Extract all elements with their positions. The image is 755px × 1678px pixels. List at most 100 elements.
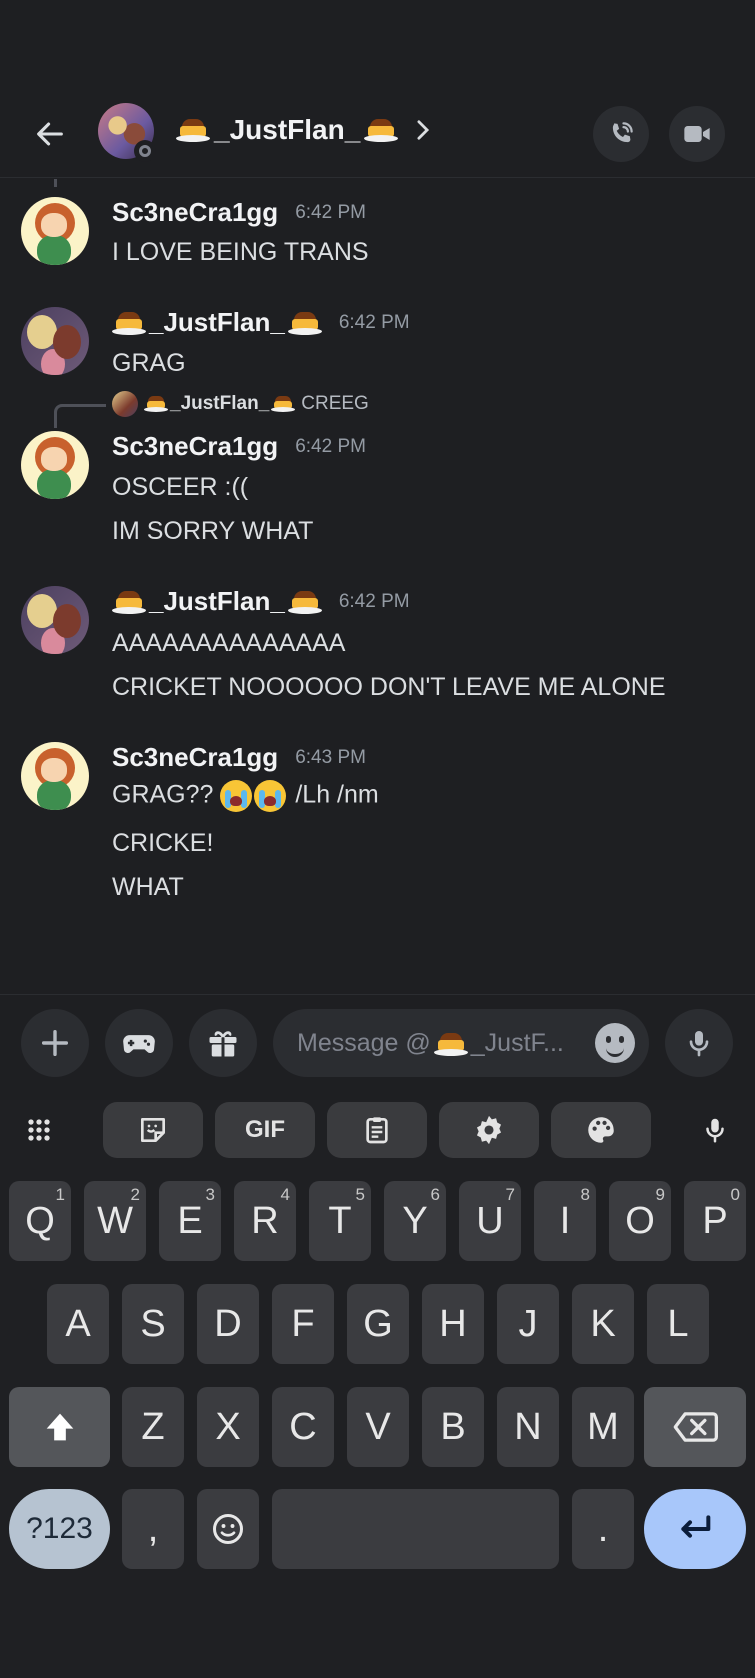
key-h[interactable]: H xyxy=(422,1284,484,1364)
sticker-icon xyxy=(141,1118,165,1142)
flan-emoji-icon xyxy=(287,589,322,615)
period-key[interactable]: . xyxy=(572,1489,634,1569)
clipboard-button[interactable] xyxy=(327,1102,427,1158)
key-l[interactable]: L xyxy=(647,1284,709,1364)
message-text: GRAG xyxy=(112,349,186,377)
page-title[interactable]: _JustFlan_ xyxy=(176,114,432,146)
comma-key[interactable]: , xyxy=(122,1489,184,1569)
status-bar xyxy=(0,0,755,90)
key-hint: 7 xyxy=(505,1185,515,1204)
key-g[interactable]: G xyxy=(347,1284,409,1364)
author-name: _JustFlan_ xyxy=(149,307,285,337)
shift-arrow-icon xyxy=(46,1413,73,1441)
message-text: CRICKE! xyxy=(112,829,214,857)
key-p[interactable]: P0 xyxy=(684,1181,746,1261)
flan-emoji-icon xyxy=(287,310,322,336)
key-hint: 8 xyxy=(580,1185,590,1204)
flan-emoji-icon xyxy=(112,589,146,615)
key-b[interactable]: B xyxy=(422,1387,484,1467)
grid-icon xyxy=(28,1119,50,1141)
key-hint: 2 xyxy=(130,1185,140,1204)
emoji-picker-button[interactable] xyxy=(595,1023,635,1063)
avatar[interactable] xyxy=(21,307,89,375)
message-input[interactable]: Message @ _JustF... xyxy=(273,1009,649,1077)
dm-header: _JustFlan_ xyxy=(0,90,755,178)
key-j[interactable]: J xyxy=(497,1284,559,1364)
message-text: WHAT xyxy=(112,873,184,901)
voice-typing-button[interactable] xyxy=(686,1102,744,1158)
message-timestamp: 6:43 PM xyxy=(295,746,366,768)
reply-author: _JustFlan_ xyxy=(144,393,296,415)
avatar[interactable] xyxy=(21,197,89,265)
space-key[interactable] xyxy=(272,1489,559,1569)
message-timestamp: 6:42 PM xyxy=(338,590,410,612)
key-e[interactable]: E3 xyxy=(159,1181,221,1261)
key-label: W xyxy=(97,1199,133,1242)
theme-button[interactable] xyxy=(551,1102,651,1158)
voice-message-button[interactable] xyxy=(665,1009,733,1077)
message-author[interactable]: Sc3neCra1gg 6:43 PM xyxy=(112,742,366,773)
key-t[interactable]: T5 xyxy=(309,1181,371,1261)
key-n[interactable]: N xyxy=(497,1387,559,1467)
avatar xyxy=(112,391,138,417)
key-q[interactable]: Q1 xyxy=(9,1181,71,1261)
reply-connector xyxy=(54,179,114,187)
shift-key[interactable] xyxy=(9,1387,110,1467)
key-v[interactable]: V xyxy=(347,1387,409,1467)
key-r[interactable]: R4 xyxy=(234,1181,296,1261)
add-attachment-button[interactable] xyxy=(21,1009,89,1077)
keyboard-settings-button[interactable] xyxy=(439,1102,539,1158)
key-k[interactable]: K xyxy=(572,1284,634,1364)
gift-button[interactable] xyxy=(189,1009,257,1077)
key-i[interactable]: I8 xyxy=(534,1181,596,1261)
key-a[interactable]: A xyxy=(47,1284,109,1364)
gif-button[interactable]: GIF xyxy=(215,1102,315,1158)
key-z[interactable]: Z xyxy=(122,1387,184,1467)
activities-button[interactable] xyxy=(105,1009,173,1077)
loudly-crying-emoji-icon xyxy=(220,780,253,812)
arrow-left-icon xyxy=(37,122,63,146)
message-author[interactable]: Sc3neCra1gg 6:42 PM xyxy=(112,431,366,462)
message-author[interactable]: _JustFlan_ 6:42 PM xyxy=(112,586,410,617)
enter-key[interactable] xyxy=(644,1489,746,1569)
avatar[interactable] xyxy=(21,586,89,654)
key-label: R xyxy=(251,1199,279,1242)
reply-preview[interactable]: _JustFlan_ CREEG xyxy=(112,391,369,417)
key-f[interactable]: F xyxy=(272,1284,334,1364)
key-w[interactable]: W2 xyxy=(84,1181,146,1261)
key-u[interactable]: U7 xyxy=(459,1181,521,1261)
emoji-key[interactable] xyxy=(197,1489,259,1569)
chevron-right-icon xyxy=(417,120,430,140)
key-label: Y xyxy=(402,1199,428,1242)
clipboard-icon xyxy=(366,1117,388,1144)
symbols-key[interactable]: ?123 xyxy=(9,1489,110,1569)
sticker-button[interactable] xyxy=(103,1102,203,1158)
message-list[interactable]: Sc3neCra1gg 6:42 PM I LOVE BEING TRANS _… xyxy=(0,179,755,994)
keyboard-apps-button[interactable] xyxy=(10,1102,68,1158)
key-x[interactable]: X xyxy=(197,1387,259,1467)
onscreen-keyboard: GIF Q1 W2 E3 R4 T5 Y6 U7 I8 O9 P0 A S D … xyxy=(0,1100,755,1678)
avatar[interactable] xyxy=(21,742,89,810)
video-call-button[interactable] xyxy=(669,106,725,162)
message-timestamp: 6:42 PM xyxy=(295,435,366,457)
message-author[interactable]: _JustFlan_ 6:42 PM xyxy=(112,307,410,338)
key-c[interactable]: C xyxy=(272,1387,334,1467)
key-hint: 5 xyxy=(355,1185,365,1204)
voice-call-button[interactable] xyxy=(593,106,649,162)
loudly-crying-emoji-icon xyxy=(254,780,287,812)
avatar[interactable] xyxy=(21,431,89,499)
key-label: U xyxy=(476,1199,504,1242)
backspace-key[interactable] xyxy=(644,1387,746,1467)
gear-icon xyxy=(476,1115,502,1145)
flan-emoji-icon xyxy=(364,117,399,143)
key-m[interactable]: M xyxy=(572,1387,634,1467)
key-o[interactable]: O9 xyxy=(609,1181,671,1261)
message-author[interactable]: Sc3neCra1gg 6:42 PM xyxy=(112,197,366,228)
key-y[interactable]: Y6 xyxy=(384,1181,446,1261)
key-d[interactable]: D xyxy=(197,1284,259,1364)
back-button[interactable] xyxy=(28,112,72,156)
key-s[interactable]: S xyxy=(122,1284,184,1364)
reply-text: CREEG xyxy=(301,393,369,414)
message-composer: Message @ _JustF... xyxy=(0,994,755,1100)
plus-icon xyxy=(41,1029,69,1057)
